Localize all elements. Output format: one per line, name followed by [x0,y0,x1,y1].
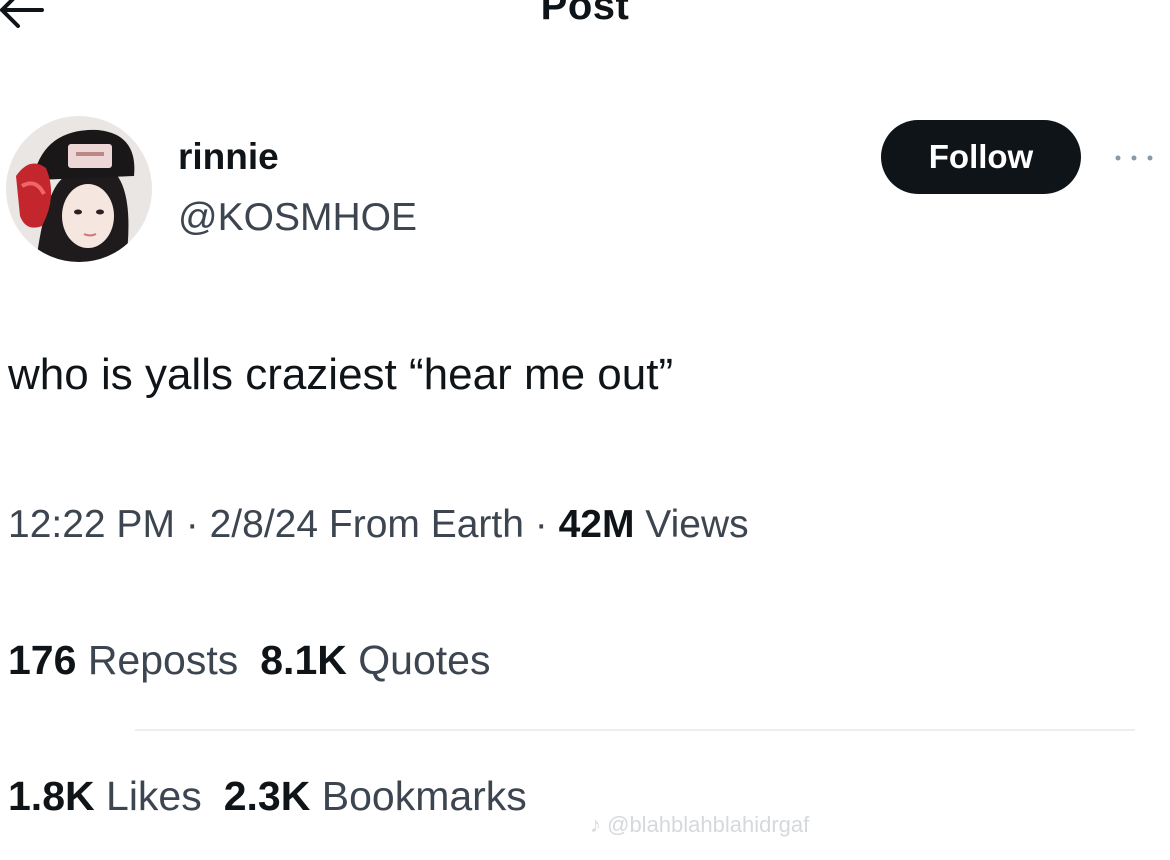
display-name[interactable]: rinnie [178,136,279,178]
user-handle[interactable]: @KOSMHOE [178,196,417,240]
author-row: rinnie @KOSMHOE Follow [0,110,1170,270]
views-count: 42M [558,503,635,546]
likes-stat[interactable]: 1.8K Likes [8,773,202,819]
stats-row-engagement: 176 Reposts 8.1K Quotes [8,637,512,684]
avatar-image [6,116,152,262]
bookmarks-count: 2.3K [223,773,311,819]
follow-button[interactable]: Follow [881,120,1081,194]
meta-separator: · [174,503,210,546]
meta-separator: · [523,503,559,546]
post-text: who is yalls craziest “hear me out” [8,350,674,399]
top-bar: Post [0,0,1170,40]
post-source: From Earth [318,503,524,546]
post-date[interactable]: 2/8/24 [210,503,318,546]
avatar[interactable] [6,116,152,262]
quotes-count: 8.1K [260,637,347,683]
post-time[interactable]: 12:22 PM [8,503,175,546]
stats-row-reactions: 1.8K Likes 2.3K Bookmarks [8,773,549,820]
reposts-label: Reposts [87,637,239,683]
quotes-stat[interactable]: 8.1K Quotes [260,637,490,683]
watermark: ♪ @blahblahblahidrgaf [590,812,810,837]
reposts-count: 176 [8,637,77,683]
post-meta: 12:22 PM · 2/8/24 From Earth · 42M Views [8,503,749,547]
likes-count: 1.8K [8,773,95,819]
likes-label: Likes [106,773,202,819]
more-horizontal-icon[interactable] [1110,144,1162,172]
views-label: Views [634,503,749,546]
bookmarks-label: Bookmarks [321,773,527,819]
reposts-stat[interactable]: 176 Reposts [8,637,238,683]
quotes-label: Quotes [358,637,491,683]
divider [135,729,1135,731]
bookmarks-stat[interactable]: 2.3K Bookmarks [224,773,527,819]
page-title: Post [540,0,630,28]
